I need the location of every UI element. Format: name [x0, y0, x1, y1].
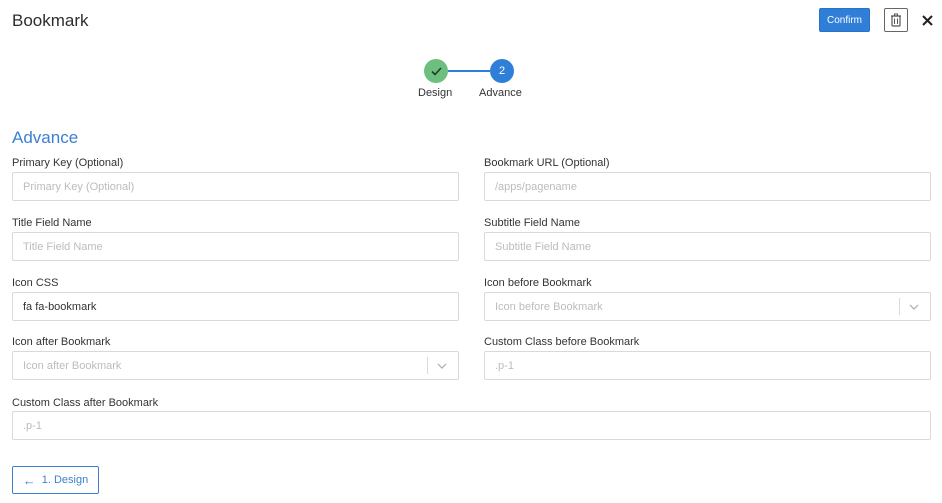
title-field-field [12, 232, 459, 261]
icon-css-input[interactable] [23, 300, 448, 313]
icon-after-placeholder: Icon after Bookmark [23, 359, 122, 372]
icon-css-label: Icon CSS [12, 277, 59, 289]
confirm-button[interactable]: Confirm [819, 8, 870, 32]
delete-button[interactable] [884, 8, 908, 32]
trash-icon [891, 13, 901, 27]
class-after-input[interactable] [23, 419, 920, 432]
icon-css-field [12, 292, 459, 321]
select-divider [899, 298, 900, 315]
class-after-label: Custom Class after Bookmark [12, 397, 159, 409]
section-title: Advance [12, 128, 79, 147]
step-advance[interactable]: 2 [490, 59, 514, 83]
check-icon [430, 66, 442, 76]
icon-after-select[interactable]: Icon after Bookmark [12, 351, 459, 380]
primary-key-field [12, 172, 459, 201]
select-divider [427, 357, 428, 374]
close-icon [921, 14, 933, 26]
chevron-down-icon[interactable] [908, 301, 920, 313]
subtitle-field-input[interactable] [495, 240, 920, 253]
close-button[interactable] [917, 9, 937, 31]
step-label-advance: Advance [479, 87, 522, 99]
icon-before-label: Icon before Bookmark [484, 277, 592, 289]
icon-before-placeholder: Icon before Bookmark [495, 300, 603, 313]
icon-before-select[interactable]: Icon before Bookmark [484, 292, 931, 321]
primary-key-label: Primary Key (Optional) [12, 157, 124, 169]
step-design[interactable] [424, 59, 448, 83]
subtitle-field-field [484, 232, 931, 261]
bookmark-url-field [484, 172, 931, 201]
title-field-label: Title Field Name [12, 217, 92, 229]
arrow-left-icon: ← [22, 472, 36, 488]
class-before-field [484, 351, 931, 380]
class-before-label: Custom Class before Bookmark [484, 336, 640, 348]
step-label-design: Design [418, 87, 453, 99]
subtitle-field-label: Subtitle Field Name [484, 217, 580, 229]
primary-key-input[interactable] [23, 180, 448, 193]
back-to-design-button[interactable]: ← 1. Design [12, 466, 99, 494]
bookmark-url-label: Bookmark URL (Optional) [484, 157, 610, 169]
stepper-connector [448, 70, 490, 72]
page-title: Bookmark [12, 11, 89, 30]
chevron-down-icon[interactable] [436, 360, 448, 372]
back-button-label: 1. Design [41, 474, 89, 486]
class-before-input[interactable] [495, 359, 920, 372]
bookmark-url-input[interactable] [495, 180, 920, 193]
title-field-input[interactable] [23, 240, 448, 253]
class-after-field [12, 411, 931, 440]
icon-after-label: Icon after Bookmark [12, 336, 111, 348]
